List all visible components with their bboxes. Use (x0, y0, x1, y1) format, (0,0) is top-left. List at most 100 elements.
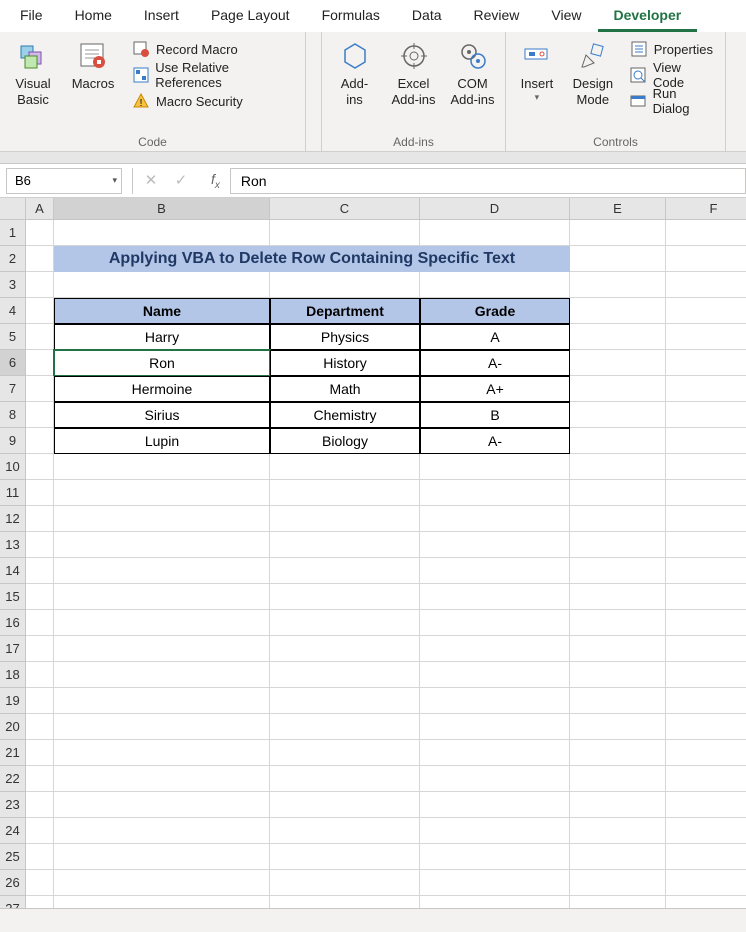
cell-B26[interactable] (54, 870, 270, 896)
cell-C11[interactable] (270, 480, 420, 506)
cell-B8[interactable]: Sirius (54, 402, 270, 428)
cell-E26[interactable] (570, 870, 666, 896)
cell-C23[interactable] (270, 792, 420, 818)
cell-C19[interactable] (270, 688, 420, 714)
cell-D13[interactable] (420, 532, 570, 558)
cell-D22[interactable] (420, 766, 570, 792)
tab-review[interactable]: Review (458, 1, 536, 32)
cell-D14[interactable] (420, 558, 570, 584)
cell-E6[interactable] (570, 350, 666, 376)
row-header-6[interactable]: 6 (0, 350, 26, 376)
row-header-1[interactable]: 1 (0, 220, 26, 246)
cell-C17[interactable] (270, 636, 420, 662)
cell-F15[interactable] (666, 584, 746, 610)
cell-B6[interactable]: Ron (54, 350, 270, 376)
row-header-23[interactable]: 23 (0, 792, 26, 818)
cell-E11[interactable] (570, 480, 666, 506)
cell-D4[interactable]: Grade (420, 298, 570, 324)
cell-F17[interactable] (666, 636, 746, 662)
cell-F5[interactable] (666, 324, 746, 350)
cell-E15[interactable] (570, 584, 666, 610)
cell-F4[interactable] (666, 298, 746, 324)
cell-F9[interactable] (666, 428, 746, 454)
cell-E5[interactable] (570, 324, 666, 350)
formula-input[interactable]: Ron (230, 168, 746, 194)
cell-C18[interactable] (270, 662, 420, 688)
cell-A23[interactable] (26, 792, 54, 818)
column-header-D[interactable]: D (420, 198, 570, 220)
cell-D7[interactable]: A+ (420, 376, 570, 402)
row-header-24[interactable]: 24 (0, 818, 26, 844)
cell-A24[interactable] (26, 818, 54, 844)
cell-D18[interactable] (420, 662, 570, 688)
cell-D16[interactable] (420, 610, 570, 636)
fx-button[interactable]: fx (201, 171, 230, 191)
row-header-11[interactable]: 11 (0, 480, 26, 506)
cell-C4[interactable]: Department (270, 298, 420, 324)
row-header-25[interactable]: 25 (0, 844, 26, 870)
tab-file[interactable]: File (4, 1, 59, 32)
cell-F24[interactable] (666, 818, 746, 844)
cell-C15[interactable] (270, 584, 420, 610)
column-header-F[interactable]: F (666, 198, 746, 220)
cell-D20[interactable] (420, 714, 570, 740)
macros-button[interactable]: Macros (66, 36, 120, 92)
cell-D24[interactable] (420, 818, 570, 844)
tab-page-layout[interactable]: Page Layout (195, 1, 306, 32)
cell-F8[interactable] (666, 402, 746, 428)
cell-C20[interactable] (270, 714, 420, 740)
cell-B18[interactable] (54, 662, 270, 688)
cell-B9[interactable]: Lupin (54, 428, 270, 454)
cell-C6[interactable]: History (270, 350, 420, 376)
cell-E14[interactable] (570, 558, 666, 584)
cell-A20[interactable] (26, 714, 54, 740)
row-header-10[interactable]: 10 (0, 454, 26, 480)
cell-D12[interactable] (420, 506, 570, 532)
com-add-ins-button[interactable]: COM Add-ins (446, 36, 499, 107)
cell-D6[interactable]: A- (420, 350, 570, 376)
cell-B25[interactable] (54, 844, 270, 870)
row-header-26[interactable]: 26 (0, 870, 26, 896)
cell-A6[interactable] (26, 350, 54, 376)
cell-D15[interactable] (420, 584, 570, 610)
chevron-down-icon[interactable]: ▾ (112, 175, 117, 186)
cell-B17[interactable] (54, 636, 270, 662)
cell-E21[interactable] (570, 740, 666, 766)
cell-D25[interactable] (420, 844, 570, 870)
cell-E10[interactable] (570, 454, 666, 480)
cell-C1[interactable] (270, 220, 420, 246)
insert-control-button[interactable]: Insert ▾ (512, 36, 562, 103)
row-header-22[interactable]: 22 (0, 766, 26, 792)
cell-D11[interactable] (420, 480, 570, 506)
cell-F21[interactable] (666, 740, 746, 766)
row-header-3[interactable]: 3 (0, 272, 26, 298)
row-header-9[interactable]: 9 (0, 428, 26, 454)
properties-button[interactable]: Properties (624, 36, 719, 62)
cell-C5[interactable]: Physics (270, 324, 420, 350)
cell-C14[interactable] (270, 558, 420, 584)
cell-E24[interactable] (570, 818, 666, 844)
cell-B15[interactable] (54, 584, 270, 610)
cell-C26[interactable] (270, 870, 420, 896)
cell-A12[interactable] (26, 506, 54, 532)
cell-D26[interactable] (420, 870, 570, 896)
cell-F1[interactable] (666, 220, 746, 246)
row-header-17[interactable]: 17 (0, 636, 26, 662)
column-header-A[interactable]: A (26, 198, 54, 220)
use-relative-references-button[interactable]: Use Relative References (126, 62, 299, 88)
row-header-13[interactable]: 13 (0, 532, 26, 558)
cells-grid[interactable]: Applying VBA to Delete Row Containing Sp… (26, 220, 746, 922)
cell-C13[interactable] (270, 532, 420, 558)
cell-F13[interactable] (666, 532, 746, 558)
cell-A8[interactable] (26, 402, 54, 428)
cell-B19[interactable] (54, 688, 270, 714)
cell-F14[interactable] (666, 558, 746, 584)
cell-A10[interactable] (26, 454, 54, 480)
tab-view[interactable]: View (535, 1, 597, 32)
cell-E4[interactable] (570, 298, 666, 324)
cell-E16[interactable] (570, 610, 666, 636)
cell-D19[interactable] (420, 688, 570, 714)
cell-C12[interactable] (270, 506, 420, 532)
cell-F12[interactable] (666, 506, 746, 532)
cell-C16[interactable] (270, 610, 420, 636)
